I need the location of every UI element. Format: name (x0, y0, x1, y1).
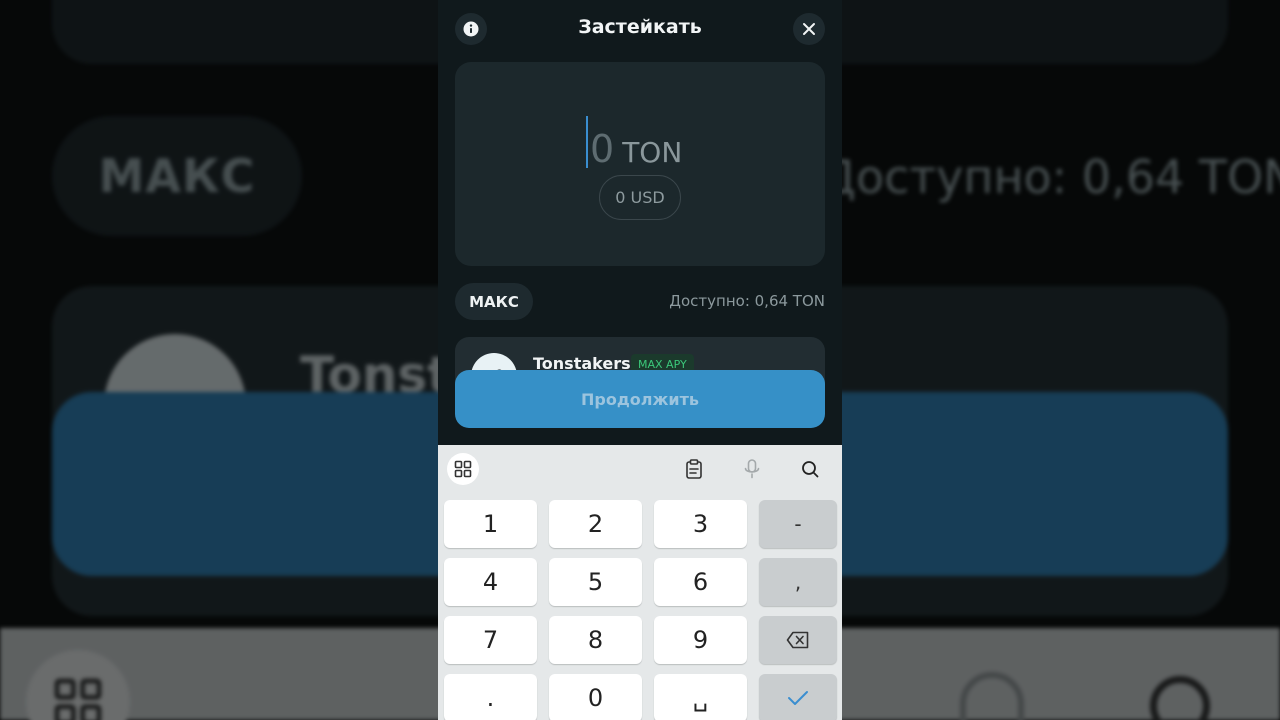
bg-available-text: Доступно: 0,64 TON (820, 150, 1280, 204)
clipboard-button[interactable] (678, 453, 710, 485)
checkmark-icon (788, 691, 808, 705)
mic-icon (744, 459, 760, 479)
amount-input[interactable]: 0 TON (586, 110, 682, 171)
key-done[interactable] (759, 674, 837, 720)
backspace-icon (786, 631, 809, 649)
key-minus[interactable]: - (759, 500, 837, 548)
grid-icon (454, 460, 472, 478)
keyboard-toolbar (438, 445, 842, 493)
key-1[interactable]: 1 (444, 500, 537, 548)
close-button[interactable] (793, 13, 825, 45)
key-7[interactable]: 7 (444, 616, 537, 664)
amount-currency: TON (622, 136, 683, 169)
stake-sheet: Застейкать 0 TON 0 USD МАКС Доступно: 0,… (438, 0, 842, 445)
search-icon (802, 461, 819, 478)
key-5[interactable]: 5 (549, 558, 642, 606)
available-balance: Доступно: 0,64 TON (669, 292, 825, 310)
mic-button[interactable] (736, 453, 768, 485)
key-space[interactable]: ␣ (654, 674, 747, 720)
clipboard-icon (686, 459, 702, 479)
key-9[interactable]: 9 (654, 616, 747, 664)
grid-button[interactable] (447, 453, 479, 485)
key-dot[interactable]: . (444, 674, 537, 720)
key-0[interactable]: 0 (549, 674, 642, 720)
amount-value: 0 (590, 127, 615, 171)
key-2[interactable]: 2 (549, 500, 642, 548)
max-button[interactable]: МАКС (455, 283, 533, 320)
key-6[interactable]: 6 (654, 558, 747, 606)
key-8[interactable]: 8 (549, 616, 642, 664)
phone-screen: Застейкать 0 TON 0 USD МАКС Доступно: 0,… (438, 0, 842, 720)
key-4[interactable]: 4 (444, 558, 537, 606)
text-cursor (586, 116, 588, 168)
fiat-toggle[interactable]: 0 USD (599, 175, 681, 220)
close-icon (803, 23, 815, 35)
search-button[interactable] (794, 453, 826, 485)
page-title: Застейкать (578, 16, 702, 38)
key-backspace[interactable] (759, 616, 837, 664)
screen: МАКС Доступно: 0,64 TON Tonst Застейкать (0, 0, 1280, 720)
key-3[interactable]: 3 (654, 500, 747, 548)
key-comma[interactable]: , (759, 558, 837, 606)
continue-button[interactable]: Продолжить (455, 370, 825, 428)
bg-max-button: МАКС (52, 116, 302, 236)
numeric-keyboard: 1 2 3 - 4 5 6 , 7 8 9 . 0 ␣ (438, 445, 842, 720)
